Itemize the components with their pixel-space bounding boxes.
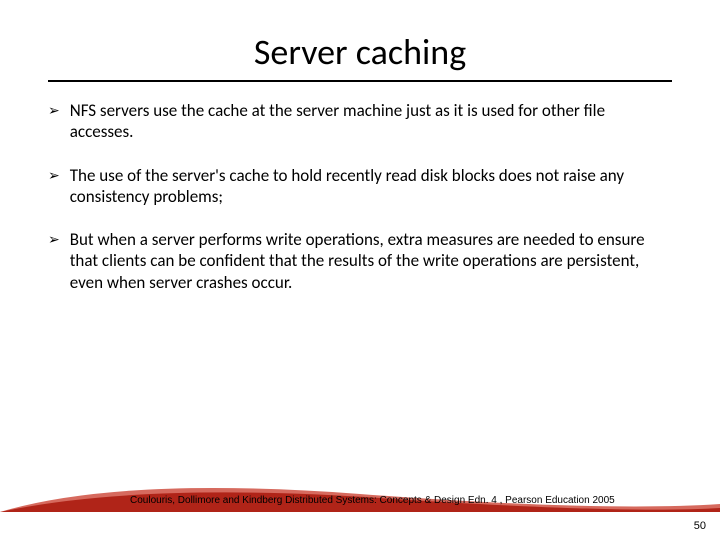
bullet-arrow-icon: ➢ — [48, 231, 60, 249]
slide-title: Server caching — [254, 30, 466, 74]
bullet-item: ➢ The use of the server's cache to hold … — [48, 165, 672, 208]
bullet-arrow-icon: ➢ — [48, 102, 60, 120]
bullet-text: NFS servers use the cache at the server … — [70, 100, 672, 143]
bullet-item: ➢ But when a server performs write opera… — [48, 229, 672, 293]
bullet-item: ➢ NFS servers use the cache at the serve… — [48, 100, 672, 143]
citation-text: Coulouris, Dollimore and Kindberg Distri… — [130, 495, 615, 506]
bullet-text: The use of the server's cache to hold re… — [70, 165, 672, 208]
title-underline — [48, 80, 672, 82]
bullet-arrow-icon: ➢ — [48, 167, 60, 185]
content-area: ➢ NFS servers use the cache at the serve… — [0, 100, 720, 293]
title-area: Server caching — [0, 0, 720, 80]
page-number: 50 — [694, 520, 706, 532]
bullet-text: But when a server performs write operati… — [70, 229, 672, 293]
slide: Server caching ➢ NFS servers use the cac… — [0, 0, 720, 540]
